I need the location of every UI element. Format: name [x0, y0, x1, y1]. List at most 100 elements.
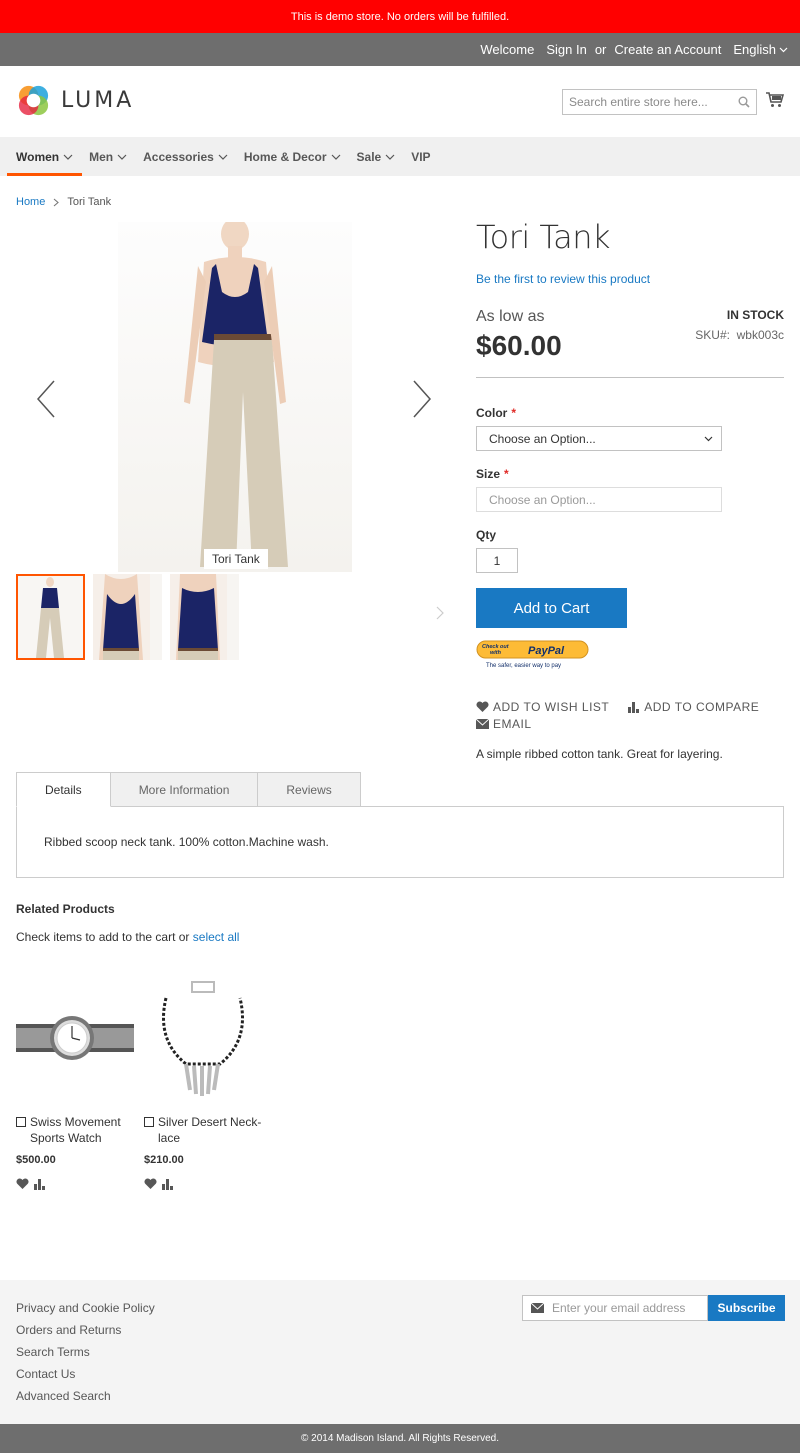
newsletter-email-input[interactable]: Enter your email address — [522, 1295, 708, 1321]
add-to-cart-button[interactable]: Add to Cart — [476, 588, 627, 628]
as-low-as-label: As low as — [476, 308, 545, 325]
newsletter-placeholder: Enter your email address — [552, 1301, 686, 1315]
thumbnail-2[interactable] — [93, 574, 162, 660]
search-input[interactable]: Search entire store here... — [562, 89, 757, 115]
short-description: A simple ribbed cotton tank. Great for l… — [476, 747, 723, 761]
gallery-prev-icon[interactable] — [36, 380, 56, 418]
create-account-link[interactable]: Create an Account — [614, 42, 721, 57]
nav-item-vip[interactable]: VIP — [403, 137, 438, 176]
welcome-text: Welcome — [480, 42, 535, 57]
subscribe-button[interactable]: Subscribe — [708, 1295, 785, 1321]
email-link[interactable]: EMAIL — [476, 717, 784, 731]
size-select[interactable]: Choose an Option... — [476, 487, 722, 512]
main-nav: Women Men Accessories Home & Decor Sale … — [0, 137, 800, 176]
paypal-checkout-button[interactable]: Check out with PayPal The safer, easier … — [476, 640, 589, 670]
related-products: Related Products Check items to add to t… — [16, 902, 239, 944]
footer: Privacy and Cookie Policy Orders and Ret… — [0, 1280, 800, 1424]
color-select-value: Choose an Option... — [489, 431, 596, 446]
related-product-card: Swiss Movement Sports Watch $500.00 — [16, 980, 136, 1190]
product-name-line[interactable]: Sports Watch — [30, 1131, 102, 1145]
related-product-checkbox[interactable] — [144, 1117, 154, 1127]
breadcrumb-current: Tori Tank — [67, 196, 112, 208]
chevron-down-icon — [704, 436, 713, 441]
nav-item-sale[interactable]: Sale — [349, 137, 404, 176]
product-info: Tori Tank Be the first to review this pr… — [476, 218, 784, 761]
nav-label: Sale — [356, 149, 382, 164]
sign-in-link[interactable]: Sign In — [546, 42, 586, 57]
qty-input[interactable]: 1 — [476, 548, 518, 573]
related-product-image[interactable] — [16, 980, 134, 1098]
tab-details[interactable]: Details — [16, 772, 111, 807]
product-main-image[interactable] — [118, 218, 352, 572]
heart-icon[interactable] — [144, 1178, 157, 1190]
product-social-actions: ADD TO WISH LIST ADD TO COMPARE EMAIL — [476, 700, 784, 731]
luma-logo-icon — [18, 85, 49, 116]
gallery-next-icon[interactable] — [412, 380, 432, 418]
envelope-icon — [476, 719, 489, 729]
stock-status: IN STOCK — [726, 308, 784, 322]
product-gallery: Tori Tank — [16, 218, 440, 572]
product-name-line[interactable]: Swiss Movement — [30, 1115, 121, 1129]
heart-icon — [476, 701, 489, 712]
chevron-down-icon — [117, 154, 127, 160]
tab-reviews[interactable]: Reviews — [257, 772, 361, 807]
sku: SKU#: wbk003c — [695, 328, 784, 342]
nav-item-accessories[interactable]: Accessories — [135, 137, 236, 176]
nav-label: VIP — [411, 149, 431, 164]
footer-link-advanced-search[interactable]: Advanced Search — [16, 1385, 155, 1407]
envelope-icon — [531, 1303, 544, 1313]
paypal-brand: PayPal — [528, 645, 565, 657]
logo-text: LUMA — [61, 88, 135, 113]
footer-link-orders-returns[interactable]: Orders and Returns — [16, 1319, 155, 1341]
breadcrumb-home-link[interactable]: Home — [16, 196, 45, 208]
nav-label: Home & Decor — [243, 149, 327, 164]
paypal-tagline: The safer, easier way to pay — [486, 663, 561, 669]
nav-item-home-decor[interactable]: Home & Decor — [236, 137, 349, 176]
tab-details-content: Ribbed scoop neck tank. 100% cotton.Mach… — [16, 806, 784, 878]
tab-more-information[interactable]: More Information — [109, 772, 259, 807]
compare-icon[interactable] — [161, 1178, 174, 1190]
logo[interactable]: LUMA — [16, 83, 134, 118]
language-switcher[interactable]: English — [733, 42, 788, 57]
compare-icon[interactable] — [33, 1178, 46, 1190]
related-subtitle-text: Check items to add to the cart or — [16, 930, 190, 944]
color-select[interactable]: Choose an Option... — [476, 426, 722, 451]
nav-label: Women — [16, 149, 60, 164]
email-label: EMAIL — [493, 717, 532, 731]
model-figure-image — [184, 218, 288, 567]
copyright-bar: © 2014 Madison Island. All Rights Reserv… — [0, 1424, 800, 1453]
thumbnail-1[interactable] — [16, 574, 85, 660]
add-to-wishlist-link[interactable]: ADD TO WISH LIST — [476, 700, 609, 714]
chevron-down-icon — [779, 47, 788, 52]
size-select-value: Choose an Option... — [489, 492, 596, 507]
product-name-line[interactable]: lace — [158, 1131, 180, 1145]
related-product-price: $210.00 — [144, 1154, 184, 1166]
footer-link-contact[interactable]: Contact Us — [16, 1363, 155, 1385]
chevron-down-icon — [218, 154, 228, 160]
add-to-compare-link[interactable]: ADD TO COMPARE — [627, 700, 759, 714]
nav-item-men[interactable]: Men — [81, 137, 135, 176]
heart-icon[interactable] — [16, 1178, 29, 1190]
compare-label: ADD TO COMPARE — [644, 700, 760, 714]
search-icon[interactable] — [738, 96, 750, 108]
select-all-link[interactable]: select all — [193, 930, 240, 944]
related-product-card: Silver Desert Neck-lace $210.00 — [144, 980, 264, 1190]
sku-value: wbk003c — [736, 328, 784, 342]
qty-label: Qty — [476, 528, 497, 542]
related-product-checkbox[interactable] — [16, 1117, 26, 1127]
size-label: Size * — [476, 467, 509, 481]
or-text: or — [594, 42, 607, 57]
thumbnail-3[interactable] — [170, 574, 239, 660]
compare-icon — [628, 702, 640, 713]
related-product-image[interactable] — [144, 980, 262, 1098]
color-label-text: Color — [476, 406, 508, 420]
footer-link-search-terms[interactable]: Search Terms — [16, 1341, 155, 1363]
image-caption: Tori Tank — [204, 549, 268, 569]
nav-item-women[interactable]: Women — [6, 137, 83, 176]
cart-icon[interactable] — [766, 92, 784, 108]
footer-link-privacy[interactable]: Privacy and Cookie Policy — [16, 1297, 155, 1319]
product-name-line[interactable]: Silver Desert Neck- — [158, 1115, 261, 1129]
language-label: English — [733, 42, 776, 57]
thumbnail-next-icon[interactable] — [436, 606, 444, 620]
review-link[interactable]: Be the first to review this product — [476, 272, 784, 286]
